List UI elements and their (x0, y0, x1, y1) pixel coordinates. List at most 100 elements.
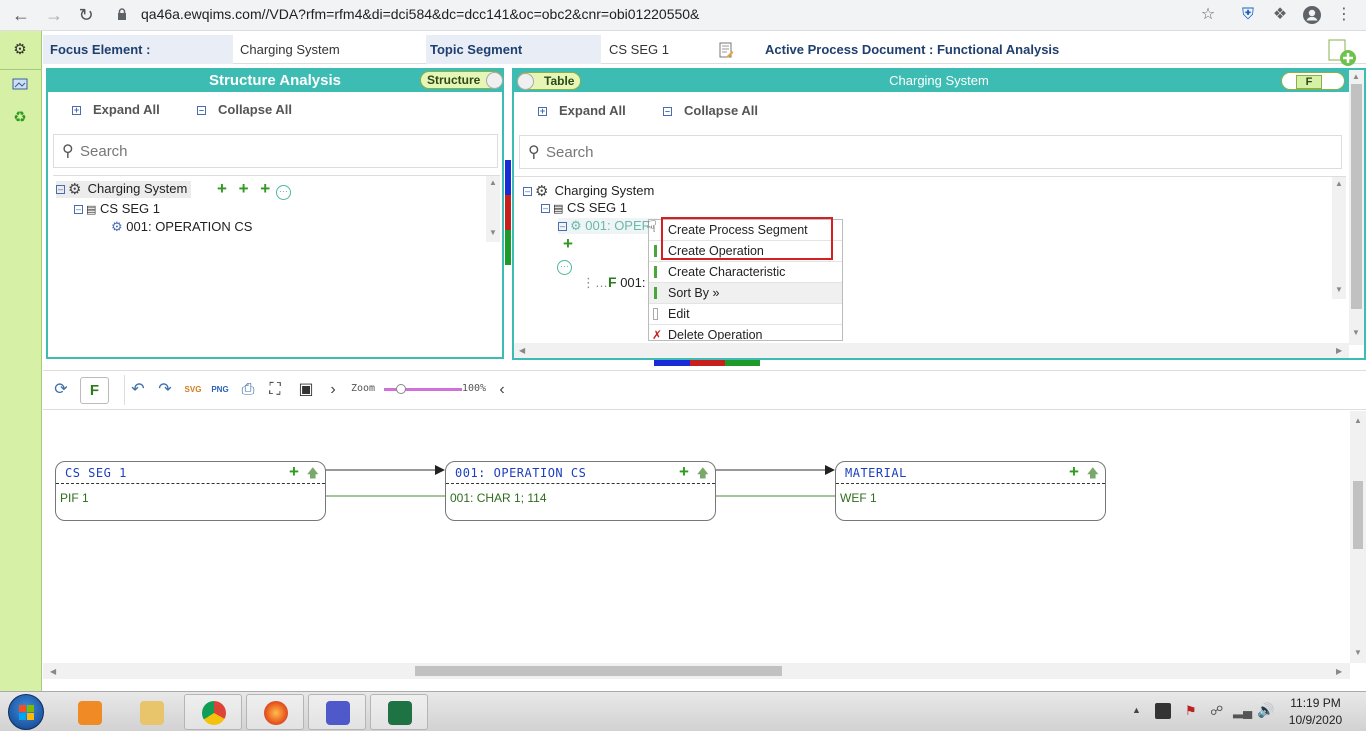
zoom-slider-knob[interactable] (396, 384, 406, 394)
tree-node-root[interactable]: – ⚙ Charging System (523, 183, 654, 200)
splitter-blue-h[interactable] (654, 360, 690, 366)
arrow-up-icon[interactable]: 🡅 (307, 464, 319, 485)
forward-icon[interactable]: → (43, 4, 65, 26)
topic-segment-value[interactable]: CS SEG 1 (609, 35, 669, 64)
table-toggle[interactable]: Table (517, 72, 581, 90)
structure-toggle[interactable]: Structure (420, 71, 503, 89)
network-icon[interactable]: ▂▄ (1233, 703, 1252, 719)
refresh-icon[interactable]: ⟳ (50, 379, 72, 401)
tree-node-segment[interactable]: – ▤ CS SEG 1 (541, 200, 627, 215)
diagram-node-segment[interactable]: CS SEG 1 + 🡅 PIF 1 (55, 461, 326, 521)
zoom-slider[interactable] (384, 384, 462, 394)
tree-node-operation[interactable]: ⚙ 001: OPERATION CS (111, 219, 252, 235)
undo-icon[interactable]: ↶ (127, 379, 149, 401)
chevron-left-icon[interactable]: ‹ (491, 379, 513, 401)
expand-all-button[interactable]: + Expand All (72, 102, 160, 117)
taskbar-teams[interactable] (308, 694, 366, 730)
diagram-vscroll[interactable]: ▲ ▼ (1350, 411, 1366, 663)
bookmark-star-icon[interactable]: ☆ (1198, 5, 1218, 25)
search-input[interactable]: ⚲ Search (519, 135, 1342, 169)
add-icon[interactable]: + (561, 235, 575, 252)
scroll-thumb[interactable] (415, 666, 782, 676)
diagram-canvas[interactable]: CS SEG 1 + 🡅 PIF 1 001: OPERATION CS + 🡅… (43, 411, 1366, 691)
splitter-red[interactable] (505, 195, 511, 230)
splitter-blue[interactable] (505, 160, 511, 195)
splitter-green[interactable] (505, 230, 511, 265)
tray-app-icon[interactable] (1155, 703, 1171, 719)
print-icon[interactable]: ⎙ (237, 379, 259, 401)
shield-extension-icon[interactable]: ⛨ (1238, 5, 1258, 25)
menu-item-edit[interactable]: Edit (649, 304, 842, 325)
search-input[interactable]: ⚲ Search (53, 134, 498, 168)
panel-hscroll[interactable]: ◀ ▶ (514, 343, 1349, 358)
arrow-up-icon[interactable]: 🡅 (1087, 464, 1099, 485)
document-edit-icon[interactable] (719, 42, 734, 58)
collapse-all-button[interactable]: – Collapse All (663, 103, 758, 118)
f-mode-button[interactable]: F (80, 377, 109, 404)
taskbar-firefox[interactable] (246, 694, 304, 730)
tray-flag-icon[interactable]: ⚑ (1185, 703, 1197, 719)
diagram-node-operation[interactable]: 001: OPERATION CS + 🡅 001: CHAR 1; 114 (445, 461, 716, 521)
tree-node-segment[interactable]: – ▤ CS SEG 1 (74, 201, 160, 216)
add-icon[interactable]: + (1067, 463, 1081, 480)
redo-icon[interactable]: ↷ (154, 379, 176, 401)
clock-date[interactable]: 10/9/2020 (1283, 713, 1348, 727)
show-hidden-icons[interactable]: ▲ (1132, 705, 1141, 715)
tree-scrollbar[interactable]: ▲ ▼ (486, 176, 500, 242)
diagram-hscroll[interactable]: ◀ ▶ (43, 663, 1350, 679)
diagram-node-material[interactable]: MATERIAL + 🡅 WEF 1 (835, 461, 1106, 521)
tree-node-root[interactable]: – ⚙ Charging System (56, 181, 192, 198)
add-document-icon[interactable] (1328, 39, 1358, 66)
back-icon[interactable]: ← (10, 4, 32, 26)
toggle-knob[interactable] (517, 73, 534, 90)
scroll-thumb[interactable] (1351, 84, 1362, 309)
clock-time[interactable]: 11:19 PM (1283, 696, 1348, 710)
f-toggle[interactable]: F (1281, 72, 1345, 90)
address-bar[interactable]: qa46a.ewqims.com//VDA?rfm=rfm4&di=dci584… (141, 6, 699, 22)
more-options-icon[interactable]: ··· (557, 257, 572, 275)
add-icon[interactable]: + (258, 180, 272, 197)
volume-icon[interactable]: 🔊 (1257, 702, 1274, 719)
taskbar-media-player[interactable] (60, 694, 118, 730)
chevron-right-icon[interactable]: › (322, 379, 344, 401)
profile-avatar-icon[interactable] (1302, 5, 1322, 25)
menu-item-delete-operation[interactable]: ✗ Delete Operation (649, 325, 842, 340)
menu-item-create-characteristic[interactable]: Create Characteristic (649, 262, 842, 283)
extensions-puzzle-icon[interactable]: ❖ (1270, 5, 1290, 25)
collapse-toggle[interactable]: – (56, 185, 65, 195)
add-icon[interactable]: + (215, 180, 229, 197)
focus-element-value[interactable]: Charging System (240, 35, 340, 64)
menu-kebab-icon[interactable]: ⋮ (1334, 5, 1354, 25)
presentation-icon[interactable] (10, 78, 30, 98)
add-icon[interactable]: + (287, 463, 301, 480)
settings-gear-icon[interactable]: ⚙ (10, 40, 30, 60)
menu-item-sort-by[interactable]: Sort By » (649, 283, 842, 304)
more-options-icon[interactable]: ··· (275, 185, 291, 200)
taskbar-excel[interactable] (370, 694, 428, 730)
collapse-toggle[interactable]: – (523, 187, 532, 197)
fit-screen-icon[interactable]: ▣ (295, 379, 317, 401)
recycle-icon[interactable]: ♻ (10, 108, 30, 128)
taskbar-file-explorer[interactable] (122, 694, 180, 730)
expand-all-button[interactable]: + Expand All (538, 103, 626, 118)
tree-node-operation[interactable]: – ⚙ 001: OPER (558, 218, 658, 234)
scroll-thumb[interactable] (1353, 481, 1363, 549)
export-svg-icon[interactable]: SVG (182, 379, 204, 401)
toggle-knob[interactable] (486, 72, 503, 89)
panel-vscroll[interactable]: ▲ ▼ (1349, 70, 1364, 345)
splitter-red-h[interactable] (690, 360, 725, 366)
add-icon[interactable]: + (237, 180, 251, 197)
collapse-all-button[interactable]: – Collapse All (197, 102, 292, 117)
add-icon[interactable]: + (677, 463, 691, 480)
start-button[interactable] (8, 694, 44, 730)
fullscreen-icon[interactable]: ⛶ (264, 379, 286, 401)
splitter-green-h[interactable] (725, 360, 760, 366)
collapse-toggle[interactable]: – (558, 222, 567, 232)
tree-scrollbar[interactable]: ▲ ▼ (1332, 177, 1346, 299)
taskbar-chrome[interactable] (184, 694, 242, 730)
arrow-up-icon[interactable]: 🡅 (697, 464, 709, 485)
reload-icon[interactable]: ↻ (75, 4, 97, 26)
tray-device-icon[interactable]: ☍ (1210, 703, 1223, 719)
collapse-toggle[interactable]: – (74, 205, 83, 215)
export-png-icon[interactable]: PNG (209, 379, 231, 401)
